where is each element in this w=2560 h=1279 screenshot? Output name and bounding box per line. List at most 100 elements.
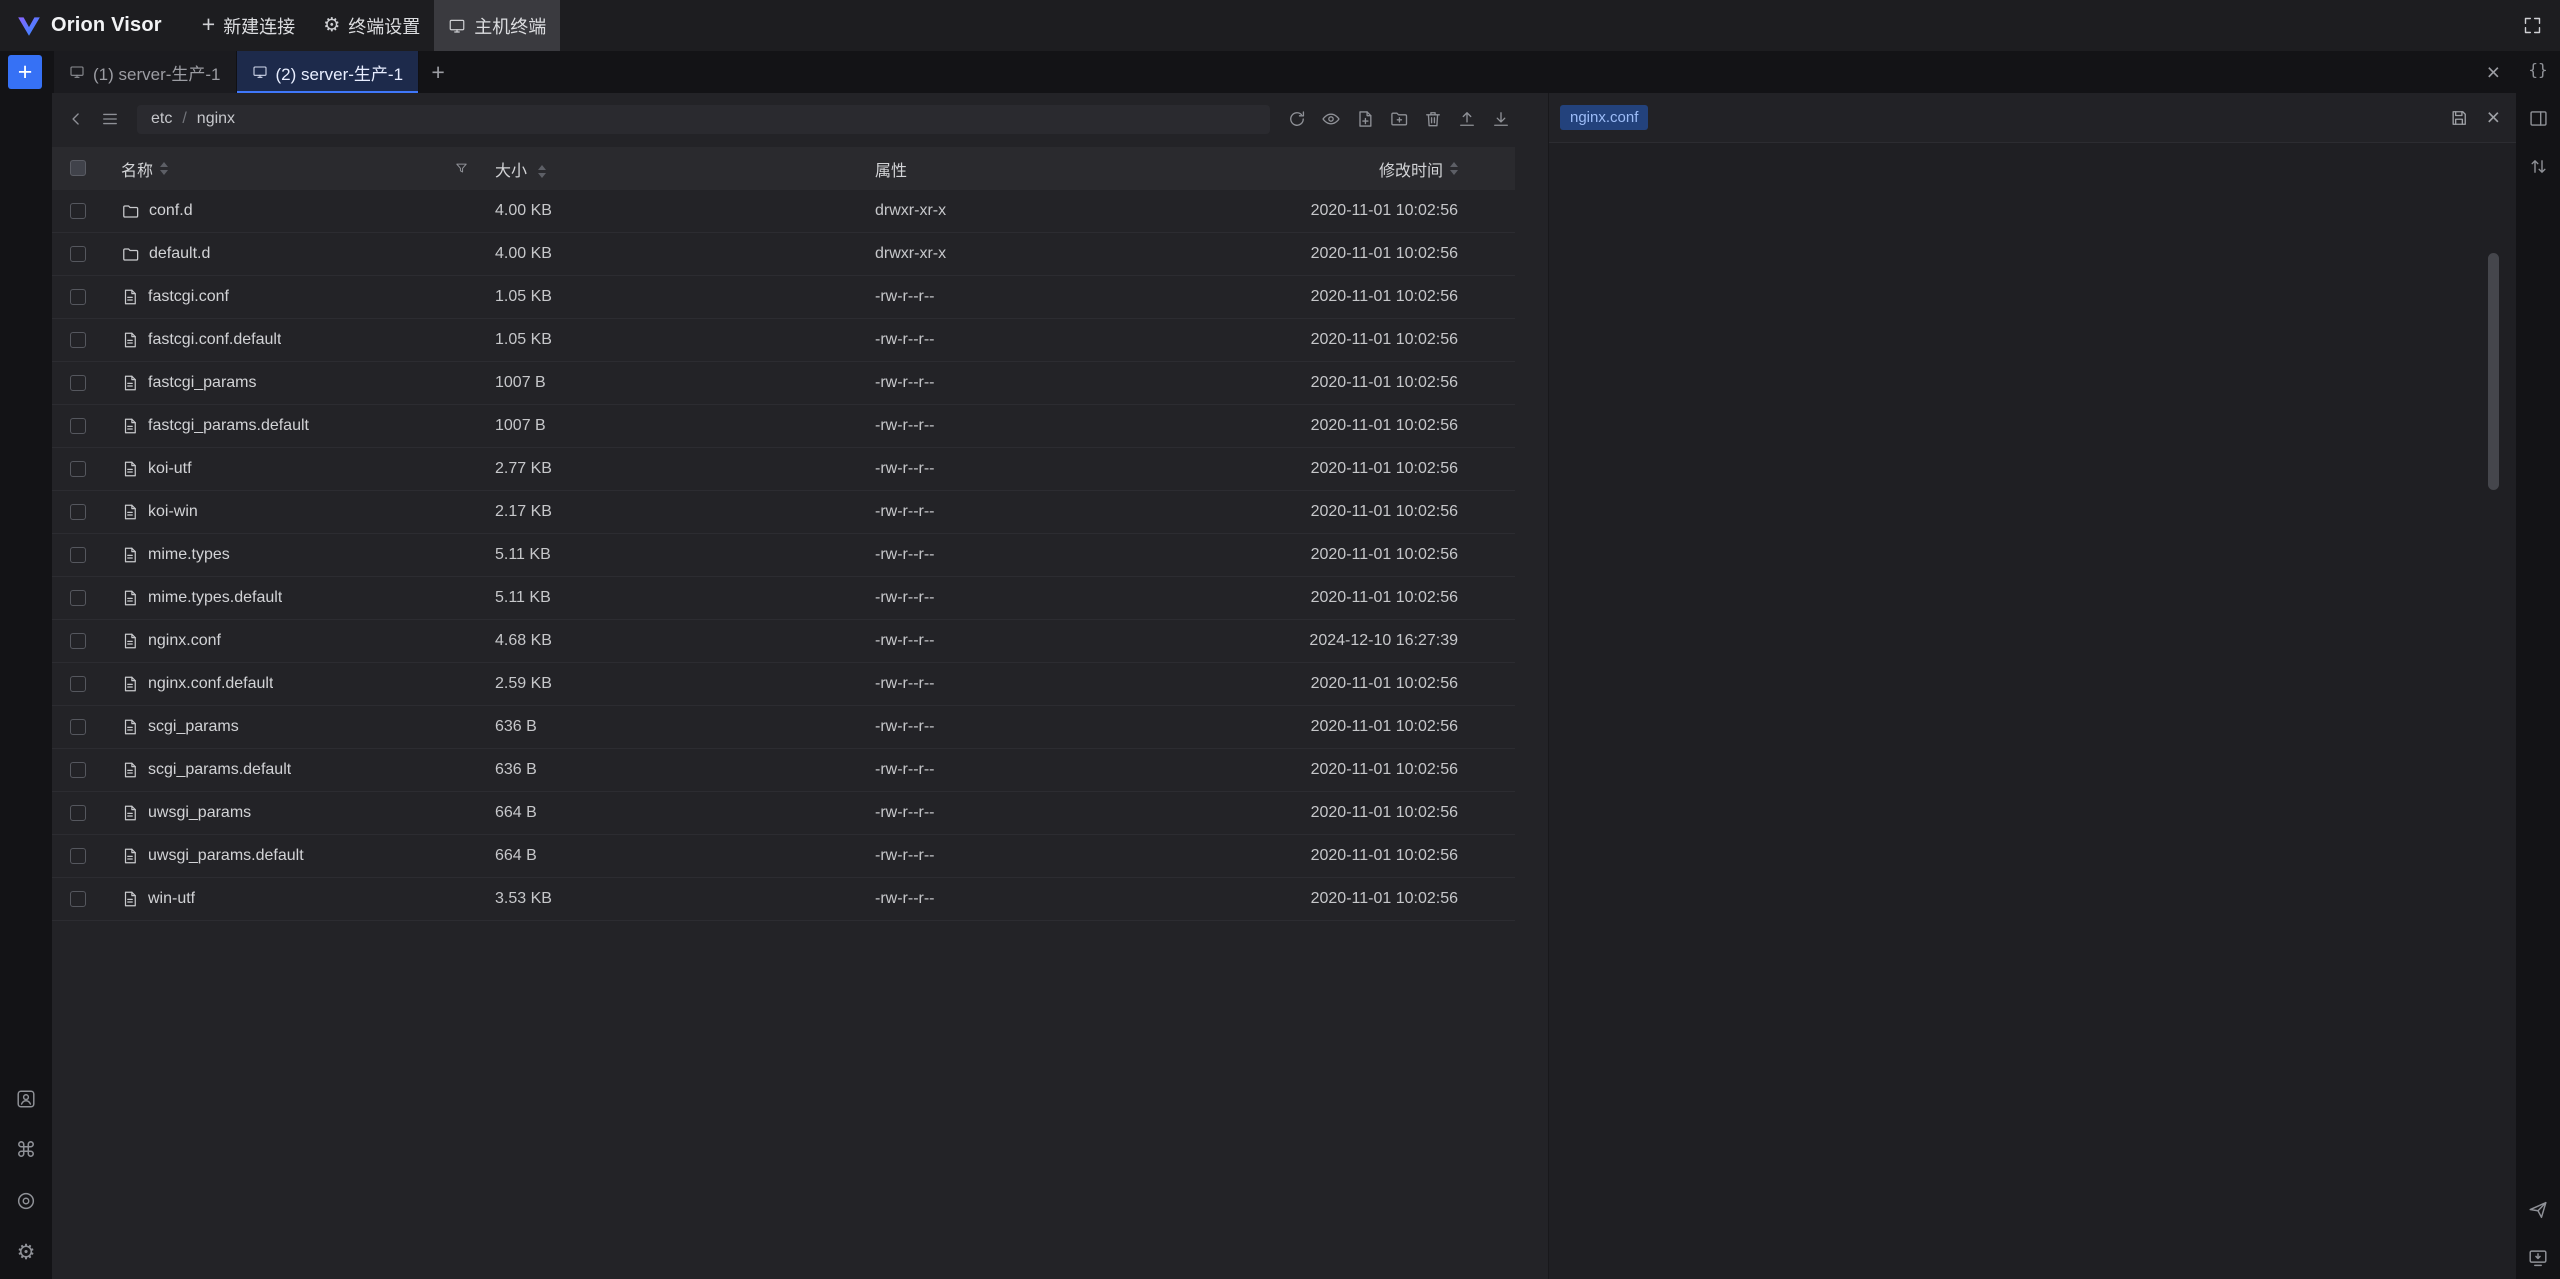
- file-name[interactable]: mime.types.default: [148, 589, 282, 607]
- row-checkbox[interactable]: [70, 203, 86, 219]
- table-row[interactable]: koi-utf2.77 KB-rw-r--r--2020-11-01 10:02…: [52, 448, 1515, 491]
- panel-layout-icon[interactable]: [2525, 105, 2551, 131]
- row-checkbox[interactable]: [70, 418, 86, 434]
- table-row[interactable]: nginx.conf.default2.59 KB-rw-r--r--2020-…: [52, 663, 1515, 706]
- new-folder-icon[interactable]: [1385, 105, 1413, 133]
- row-checkbox[interactable]: [70, 719, 86, 735]
- menu-terminal-settings[interactable]: ⚙ 终端设置: [309, 0, 434, 51]
- breadcrumb-segment[interactable]: nginx: [197, 110, 235, 128]
- table-row[interactable]: koi-win2.17 KB-rw-r--r--2020-11-01 10:02…: [52, 491, 1515, 534]
- tab-server-1[interactable]: (1) server-生产-1: [54, 51, 237, 93]
- file-name[interactable]: koi-utf: [148, 460, 192, 478]
- file-name[interactable]: nginx.conf.default: [148, 675, 273, 693]
- table-row[interactable]: conf.d4.00 KBdrwxr-xr-x2020-11-01 10:02:…: [52, 190, 1515, 233]
- sort-carets-icon[interactable]: [1450, 162, 1458, 175]
- row-checkbox[interactable]: [70, 375, 86, 391]
- settings-gear-icon[interactable]: ⚙: [13, 1239, 39, 1265]
- send-command-icon[interactable]: [2525, 1197, 2551, 1223]
- file-name[interactable]: fastcgi_params: [148, 374, 257, 392]
- close-icon[interactable]: ×: [2487, 106, 2500, 129]
- table-row[interactable]: nginx.conf4.68 KB-rw-r--r--2024-12-10 16…: [52, 620, 1515, 663]
- column-name[interactable]: 名称: [121, 157, 153, 181]
- delete-trash-icon[interactable]: [1419, 105, 1447, 133]
- file-icon: [121, 417, 139, 435]
- menu-new-connection[interactable]: + 新建连接: [188, 0, 309, 51]
- theme-icon[interactable]: [13, 1188, 39, 1214]
- select-all-checkbox[interactable]: [70, 160, 86, 176]
- table-row[interactable]: default.d4.00 KBdrwxr-xr-x2020-11-01 10:…: [52, 233, 1515, 276]
- table-row[interactable]: mime.types.default5.11 KB-rw-r--r--2020-…: [52, 577, 1515, 620]
- folder-icon: [121, 245, 140, 264]
- table-row[interactable]: mime.types5.11 KB-rw-r--r--2020-11-01 10…: [52, 534, 1515, 577]
- file-name[interactable]: fastcgi.conf: [148, 288, 229, 306]
- row-checkbox[interactable]: [70, 504, 86, 520]
- file-name[interactable]: mime.types: [148, 546, 230, 564]
- tab-server-2[interactable]: (2) server-生产-1: [237, 51, 420, 93]
- table-row[interactable]: fastcgi_params1007 B-rw-r--r--2020-11-01…: [52, 362, 1515, 405]
- table-row[interactable]: uwsgi_params664 B-rw-r--r--2020-11-01 10…: [52, 792, 1515, 835]
- row-checkbox[interactable]: [70, 676, 86, 692]
- column-mtime[interactable]: 修改时间: [1379, 157, 1443, 181]
- braces-icon[interactable]: {}: [2525, 57, 2551, 83]
- user-info-icon[interactable]: [13, 1086, 39, 1112]
- file-attr: -rw-r--r--: [863, 417, 1153, 435]
- table-row[interactable]: scgi_params636 B-rw-r--r--2020-11-01 10:…: [52, 706, 1515, 749]
- list-view-icon[interactable]: [96, 105, 124, 133]
- row-checkbox[interactable]: [70, 246, 86, 262]
- table-row[interactable]: fastcgi.conf.default1.05 KB-rw-r--r--202…: [52, 319, 1515, 362]
- table-row[interactable]: win-utf3.53 KB-rw-r--r--2020-11-01 10:02…: [52, 878, 1515, 921]
- file-name[interactable]: scgi_params.default: [148, 761, 291, 779]
- row-checkbox[interactable]: [70, 461, 86, 477]
- refresh-icon[interactable]: [1283, 105, 1311, 133]
- file-name[interactable]: fastcgi_params.default: [148, 417, 309, 435]
- file-name[interactable]: default.d: [149, 245, 210, 263]
- file-mtime: 2020-11-01 10:02:56: [1153, 675, 1515, 693]
- table-row[interactable]: fastcgi_params.default1007 B-rw-r--r--20…: [52, 405, 1515, 448]
- row-checkbox[interactable]: [70, 762, 86, 778]
- row-checkbox[interactable]: [70, 848, 86, 864]
- save-icon[interactable]: [2449, 108, 2469, 128]
- file-attr: -rw-r--r--: [863, 460, 1153, 478]
- row-checkbox[interactable]: [70, 590, 86, 606]
- menu-host-terminal[interactable]: 主机终端: [434, 0, 560, 51]
- file-name[interactable]: uwsgi_params.default: [148, 847, 304, 865]
- close-icon[interactable]: ×: [2471, 61, 2516, 84]
- new-file-icon[interactable]: [1351, 105, 1379, 133]
- row-checkbox[interactable]: [70, 805, 86, 821]
- shortcut-command-icon[interactable]: ⌘: [13, 1137, 39, 1163]
- upload-icon[interactable]: [1453, 105, 1481, 133]
- back-icon[interactable]: [62, 105, 90, 133]
- file-name[interactable]: conf.d: [149, 202, 193, 220]
- new-tab-primary-button[interactable]: +: [8, 55, 42, 89]
- download-icon[interactable]: [1487, 105, 1515, 133]
- row-checkbox[interactable]: [70, 332, 86, 348]
- show-hidden-eye-icon[interactable]: [1317, 105, 1345, 133]
- file-name[interactable]: scgi_params: [148, 718, 239, 736]
- file-name[interactable]: uwsgi_params: [148, 804, 251, 822]
- name-cell: fastcgi_params.default: [98, 417, 483, 435]
- row-checkbox[interactable]: [70, 891, 86, 907]
- add-tab-button[interactable]: +: [419, 51, 457, 93]
- file-name[interactable]: win-utf: [148, 890, 195, 908]
- code-area[interactable]: [1549, 143, 2516, 1279]
- breadcrumb-segment[interactable]: etc: [151, 110, 172, 128]
- column-size[interactable]: 大小: [495, 157, 527, 181]
- checkbox-cell: [52, 288, 98, 306]
- sort-carets-icon[interactable]: [538, 165, 546, 178]
- sort-carets-icon[interactable]: [160, 162, 168, 175]
- row-checkbox[interactable]: [70, 289, 86, 305]
- file-name[interactable]: nginx.conf: [148, 632, 221, 650]
- file-name[interactable]: fastcgi.conf.default: [148, 331, 281, 349]
- row-checkbox[interactable]: [70, 633, 86, 649]
- filter-icon[interactable]: [454, 161, 469, 176]
- table-row[interactable]: uwsgi_params.default664 B-rw-r--r--2020-…: [52, 835, 1515, 878]
- table-row[interactable]: scgi_params.default636 B-rw-r--r--2020-1…: [52, 749, 1515, 792]
- row-checkbox[interactable]: [70, 547, 86, 563]
- file-name[interactable]: koi-win: [148, 503, 198, 521]
- fullscreen-icon[interactable]: [2522, 15, 2543, 36]
- swap-vertical-icon[interactable]: [2525, 153, 2551, 179]
- table-row[interactable]: fastcgi.conf1.05 KB-rw-r--r--2020-11-01 …: [52, 276, 1515, 319]
- screen-capture-icon[interactable]: [2525, 1245, 2551, 1271]
- editor-scrollbar[interactable]: [2488, 253, 2499, 490]
- file-attr: -rw-r--r--: [863, 503, 1153, 521]
